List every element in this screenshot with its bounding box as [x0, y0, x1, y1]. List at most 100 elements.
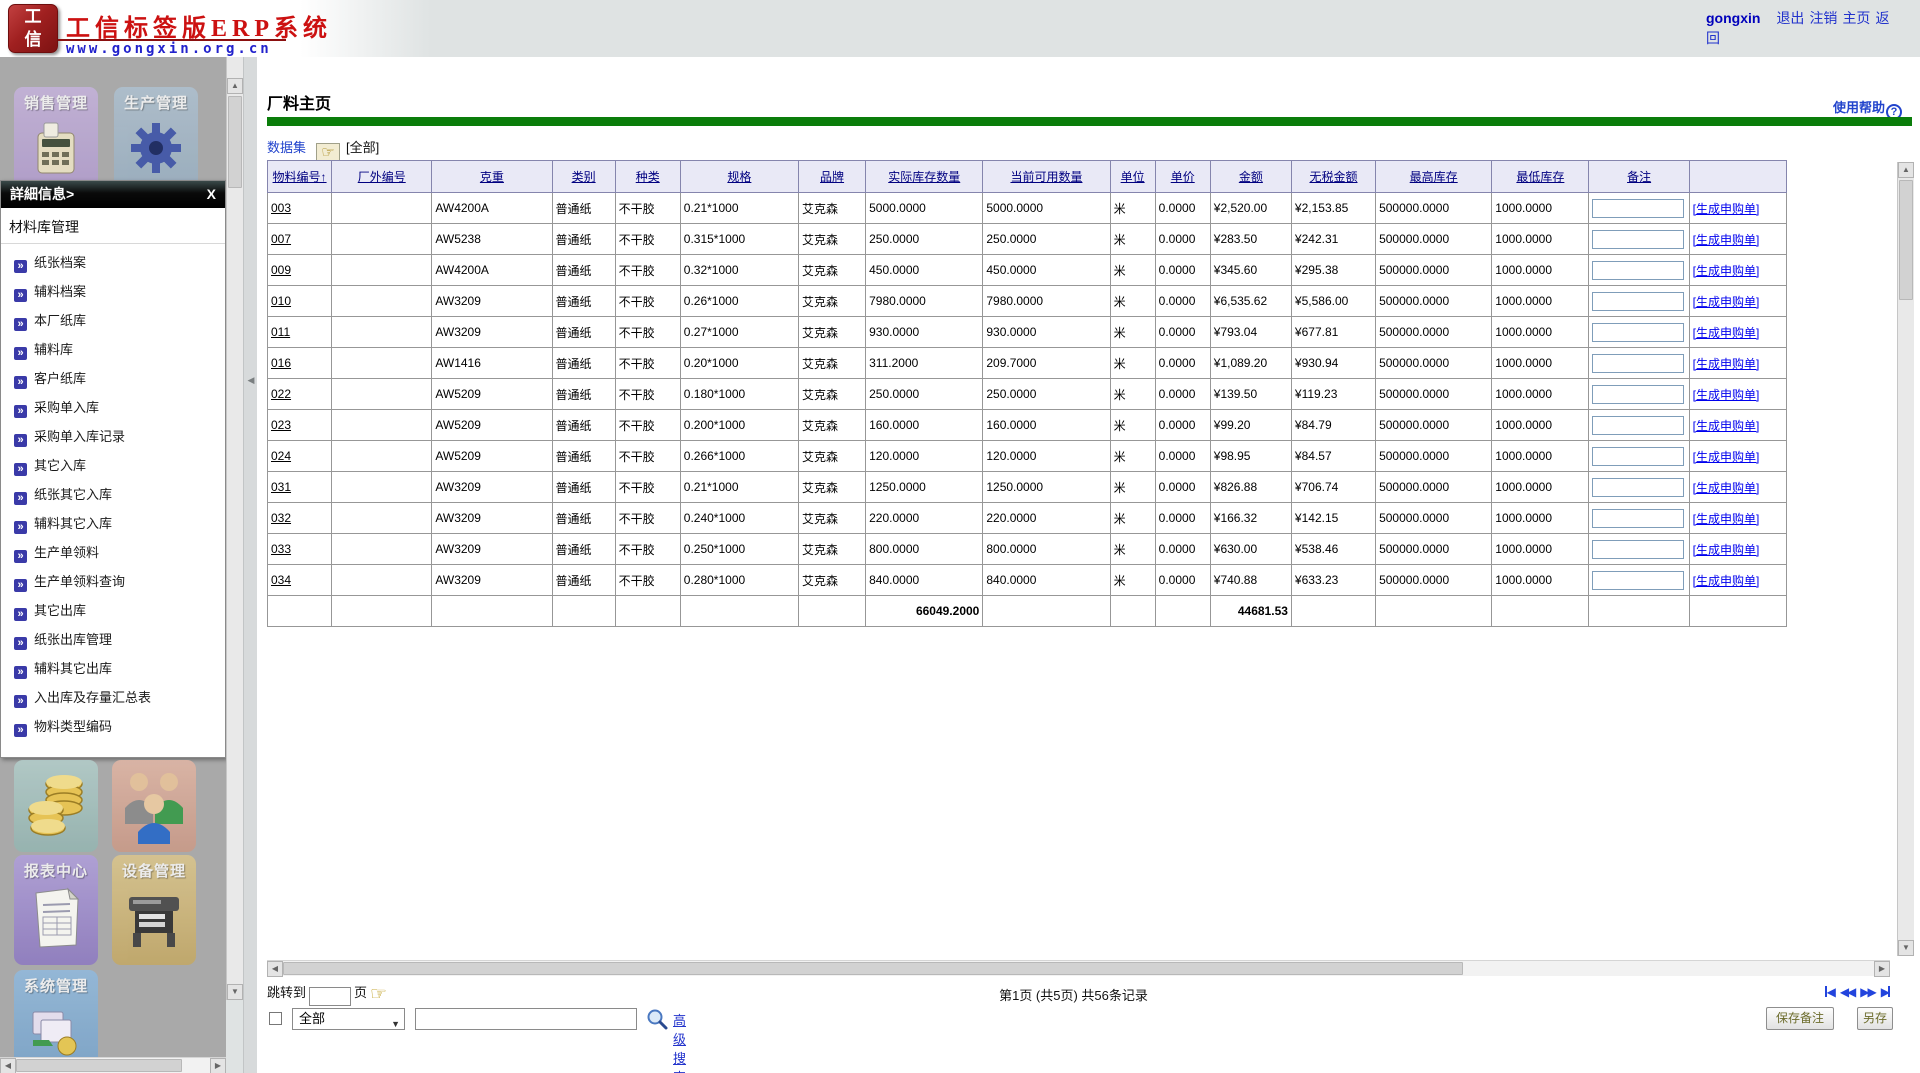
- material-id-link[interactable]: 010: [271, 294, 291, 308]
- main-hscrollbar[interactable]: ◀ ▶: [267, 960, 1890, 976]
- scroll-right-icon[interactable]: ▶: [210, 1058, 226, 1073]
- generate-purchase-link[interactable]: [生成申购单]: [1693, 512, 1760, 526]
- note-input[interactable]: [1592, 323, 1684, 342]
- collapse-sidebar-icon[interactable]: ◀: [245, 357, 257, 403]
- select-all-checkbox[interactable]: [269, 1012, 282, 1025]
- search-input[interactable]: [415, 1008, 637, 1030]
- main-vscrollbar[interactable]: ▲ ▼: [1897, 162, 1914, 956]
- search-icon[interactable]: [645, 1007, 669, 1031]
- generate-purchase-link[interactable]: [生成申购单]: [1693, 264, 1760, 278]
- last-page-icon[interactable]: ▶: [1881, 985, 1890, 999]
- generate-purchase-link[interactable]: [生成申购单]: [1693, 543, 1760, 557]
- module-tile-finance[interactable]: [14, 760, 98, 852]
- scroll-down-icon[interactable]: ▼: [1898, 940, 1914, 956]
- column-header[interactable]: 当前可用数量: [983, 161, 1110, 193]
- column-header[interactable]: 实际库存数量: [866, 161, 983, 193]
- scroll-up-icon[interactable]: ▲: [227, 78, 243, 94]
- sidebar-hscroll-thumb[interactable]: [16, 1059, 182, 1072]
- generate-purchase-link[interactable]: [生成申购单]: [1693, 202, 1760, 216]
- note-input[interactable]: [1592, 509, 1684, 528]
- sidebar-item[interactable]: »纸张其它入库: [1, 480, 225, 509]
- generate-purchase-link[interactable]: [生成申购单]: [1693, 388, 1760, 402]
- fast-prev-icon[interactable]: ◀◀: [1840, 985, 1854, 999]
- note-input[interactable]: [1592, 478, 1684, 497]
- column-header[interactable]: 规格: [680, 161, 798, 193]
- sidebar-hscrollbar[interactable]: ◀ ▶: [0, 1057, 226, 1073]
- column-header[interactable]: 备注: [1589, 161, 1689, 193]
- module-tile-hr[interactable]: [112, 760, 196, 852]
- sidebar-item[interactable]: »生产单领料: [1, 538, 225, 567]
- column-header[interactable]: 品牌: [799, 161, 866, 193]
- filter-select[interactable]: 全部▼: [292, 1008, 405, 1030]
- sidebar-item[interactable]: »辅料档案: [1, 277, 225, 306]
- advanced-search-link[interactable]: 高级搜索: [673, 1010, 686, 1073]
- column-header[interactable]: 种类: [615, 161, 680, 193]
- scroll-up-icon[interactable]: ▲: [1898, 162, 1914, 178]
- material-id-link[interactable]: 034: [271, 573, 291, 587]
- column-header[interactable]: 物料编号↑: [268, 161, 332, 193]
- scroll-down-icon[interactable]: ▼: [227, 984, 243, 1000]
- column-header[interactable]: 最低库存: [1492, 161, 1589, 193]
- column-header[interactable]: 无税金额: [1291, 161, 1375, 193]
- sidebar-item[interactable]: »生产单领料查询: [1, 567, 225, 596]
- sidebar-item[interactable]: »辅料其它入库: [1, 509, 225, 538]
- sidebar-item[interactable]: »物料类型编码: [1, 712, 225, 741]
- generate-purchase-link[interactable]: [生成申购单]: [1693, 357, 1760, 371]
- generate-purchase-link[interactable]: [生成申购单]: [1693, 295, 1760, 309]
- note-input[interactable]: [1592, 261, 1684, 280]
- generate-purchase-link[interactable]: [生成申购单]: [1693, 574, 1760, 588]
- note-input[interactable]: [1592, 447, 1684, 466]
- note-input[interactable]: [1592, 571, 1684, 590]
- material-id-link[interactable]: 032: [271, 511, 291, 525]
- column-header[interactable]: 金额: [1210, 161, 1291, 193]
- jump-page-input[interactable]: [309, 987, 351, 1006]
- sidebar-item[interactable]: »纸张出库管理: [1, 625, 225, 654]
- note-input[interactable]: [1592, 199, 1684, 218]
- column-header[interactable]: 单位: [1110, 161, 1155, 193]
- nav-link[interactable]: 注销: [1809, 10, 1837, 26]
- sidebar-vscrollbar[interactable]: ▲ ▼: [226, 57, 243, 1000]
- column-header[interactable]: 克重: [432, 161, 552, 193]
- note-input[interactable]: [1592, 354, 1684, 373]
- sidebar-item[interactable]: »采购单入库记录: [1, 422, 225, 451]
- sidebar-item[interactable]: »入出库及存量汇总表: [1, 683, 225, 712]
- save-as-button[interactable]: 另存: [1857, 1007, 1893, 1030]
- material-id-link[interactable]: 003: [271, 201, 291, 215]
- first-page-icon[interactable]: ◀: [1825, 985, 1834, 999]
- generate-purchase-link[interactable]: [生成申购单]: [1693, 450, 1760, 464]
- scroll-right-icon[interactable]: ▶: [1874, 961, 1890, 977]
- note-input[interactable]: [1592, 230, 1684, 249]
- material-id-link[interactable]: 011: [271, 325, 290, 339]
- nav-link[interactable]: 退出: [1776, 10, 1804, 26]
- sidebar-item[interactable]: »其它入库: [1, 451, 225, 480]
- fast-next-icon[interactable]: ▶▶: [1860, 985, 1874, 999]
- generate-purchase-link[interactable]: [生成申购单]: [1693, 419, 1760, 433]
- module-tile-reports[interactable]: 报表中心: [14, 855, 98, 965]
- material-id-link[interactable]: 024: [271, 449, 291, 463]
- sidebar-item[interactable]: »纸张档案: [1, 248, 225, 277]
- material-id-link[interactable]: 033: [271, 542, 291, 556]
- material-id-link[interactable]: 031: [271, 480, 291, 494]
- dataset-label[interactable]: 数据集: [267, 140, 306, 155]
- generate-purchase-link[interactable]: [生成申购单]: [1693, 481, 1760, 495]
- sidebar-vscroll-thumb[interactable]: [228, 96, 242, 188]
- material-id-link[interactable]: 016: [271, 356, 291, 370]
- sidebar-item[interactable]: »客户纸库: [1, 364, 225, 393]
- close-icon[interactable]: X: [207, 181, 216, 208]
- note-input[interactable]: [1592, 540, 1684, 559]
- column-header[interactable]: 厂外编号: [332, 161, 432, 193]
- generate-purchase-link[interactable]: [生成申购单]: [1693, 233, 1760, 247]
- column-header[interactable]: 类别: [552, 161, 615, 193]
- note-input[interactable]: [1592, 292, 1684, 311]
- sidebar-item[interactable]: »辅料库: [1, 335, 225, 364]
- app-url-link[interactable]: www.gongxin.org.cn: [66, 41, 272, 57]
- material-id-link[interactable]: 009: [271, 263, 291, 277]
- sidebar-item[interactable]: »其它出库: [1, 596, 225, 625]
- sidebar-item[interactable]: »本厂纸库: [1, 306, 225, 335]
- column-header[interactable]: 单价: [1155, 161, 1210, 193]
- material-id-link[interactable]: 022: [271, 387, 291, 401]
- module-tile-equipment[interactable]: 设备管理: [112, 855, 196, 965]
- generate-purchase-link[interactable]: [生成申购单]: [1693, 326, 1760, 340]
- main-hscroll-thumb[interactable]: [283, 962, 1463, 975]
- material-id-link[interactable]: 007: [271, 232, 291, 246]
